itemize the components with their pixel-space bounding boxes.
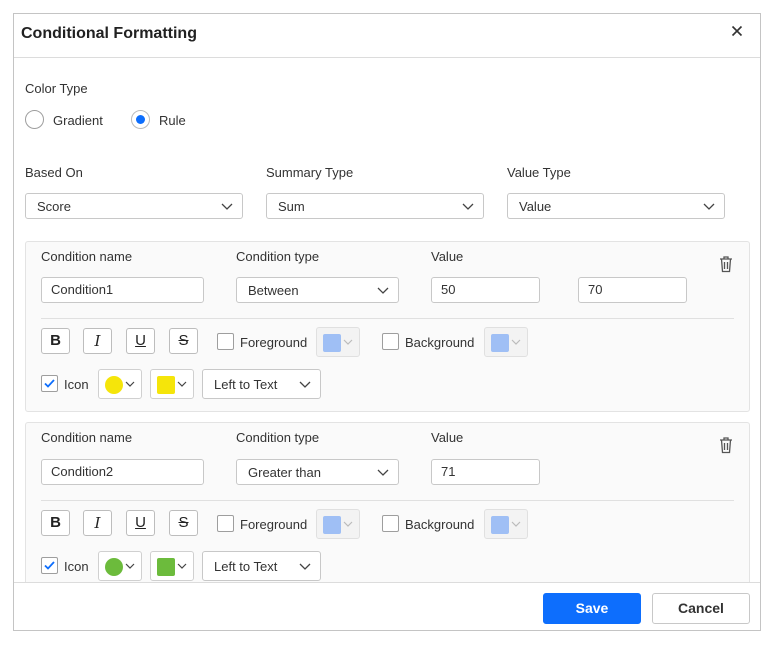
value-input[interactable]: 71 [431, 459, 540, 485]
value-type-value: Value [519, 199, 552, 214]
condition-type-value: Greater than [248, 465, 321, 480]
dialog-header: Conditional Formatting [14, 14, 760, 58]
chevron-down-icon [125, 381, 135, 387]
check-icon [44, 561, 55, 570]
icon-checkbox[interactable] [41, 557, 58, 574]
gradient-radio-label[interactable]: Gradient [53, 113, 103, 128]
icon-swatch-picker[interactable] [150, 369, 194, 399]
chevron-down-icon [511, 339, 521, 345]
chevron-down-icon [299, 563, 311, 570]
underline-button[interactable]: U [126, 328, 155, 354]
based-on-dropdown[interactable]: Score [25, 193, 243, 219]
chevron-down-icon [462, 203, 474, 210]
foreground-checkbox[interactable] [217, 515, 234, 532]
value-label: Value [431, 249, 464, 264]
chevron-down-icon [177, 381, 187, 387]
conditional-formatting-dialog: Conditional Formatting Color Type Gradie… [13, 13, 761, 631]
color-circle-swatch [105, 376, 123, 394]
condition-panel: Condition name Condition type Value Cond… [25, 422, 750, 584]
summary-type-value: Sum [278, 199, 305, 214]
bold-button[interactable]: B [41, 328, 70, 354]
icon-position-dropdown[interactable]: Left to Text [202, 369, 321, 399]
icon-checkbox[interactable] [41, 375, 58, 392]
condition-name-input[interactable]: Condition2 [41, 459, 204, 485]
color-swatch [323, 334, 341, 352]
condition-type-label: Condition type [236, 249, 320, 264]
summary-type-label: Summary Type [266, 165, 354, 180]
value-to-input[interactable]: 70 [578, 277, 687, 303]
foreground-label: Foreground [240, 517, 308, 532]
cancel-button[interactable]: Cancel [652, 593, 750, 624]
based-on-label: Based On [25, 165, 83, 180]
icon-position-value: Left to Text [214, 377, 278, 392]
foreground-label: Foreground [240, 335, 308, 350]
color-swatch [323, 516, 341, 534]
foreground-color-picker [316, 327, 360, 357]
summary-type-dropdown[interactable]: Sum [266, 193, 484, 219]
color-swatch [157, 558, 175, 576]
chevron-down-icon [299, 381, 311, 388]
dialog-footer: Save Cancel [14, 582, 760, 630]
underline-button[interactable]: U [126, 510, 155, 536]
icon-label: Icon [64, 377, 89, 392]
chevron-down-icon [177, 563, 187, 569]
based-on-value: Score [37, 199, 71, 214]
condition-type-label: Condition type [236, 430, 320, 445]
chevron-down-icon [377, 287, 389, 294]
divider [41, 318, 734, 319]
background-checkbox[interactable] [382, 333, 399, 350]
icon-swatch-picker[interactable] [150, 551, 194, 581]
check-icon [44, 379, 55, 388]
color-swatch [491, 334, 509, 352]
strikethrough-button[interactable]: S [169, 510, 198, 536]
rule-radio-label[interactable]: Rule [159, 113, 186, 128]
background-color-picker [484, 509, 528, 539]
chevron-down-icon [343, 521, 353, 527]
condition-name-input[interactable]: Condition1 [41, 277, 204, 303]
strikethrough-button[interactable]: S [169, 328, 198, 354]
trash-icon[interactable] [718, 436, 734, 454]
close-icon[interactable] [728, 24, 746, 42]
background-checkbox[interactable] [382, 515, 399, 532]
icon-position-dropdown[interactable]: Left to Text [202, 551, 321, 581]
icon-color-picker[interactable] [98, 369, 142, 399]
background-label: Background [405, 335, 475, 350]
condition-type-dropdown[interactable]: Between [236, 277, 399, 303]
condition-panel: Condition name Condition type Value Cond… [25, 241, 750, 412]
condition-type-dropdown[interactable]: Greater than [236, 459, 399, 485]
icon-position-value: Left to Text [214, 559, 278, 574]
chevron-down-icon [343, 339, 353, 345]
divider [41, 500, 734, 501]
foreground-checkbox[interactable] [217, 333, 234, 350]
condition-type-value: Between [248, 283, 299, 298]
value-from-input[interactable]: 50 [431, 277, 540, 303]
value-type-label: Value Type [507, 165, 571, 180]
color-type-label: Color Type [25, 81, 88, 96]
background-label: Background [405, 517, 475, 532]
condition-name-label: Condition name [41, 430, 133, 445]
italic-button[interactable]: I [83, 328, 112, 354]
trash-icon[interactable] [718, 255, 734, 273]
condition-name-label: Condition name [41, 249, 133, 264]
chevron-down-icon [377, 469, 389, 476]
save-button[interactable]: Save [543, 593, 641, 624]
chevron-down-icon [221, 203, 233, 210]
dialog-title: Conditional Formatting [21, 25, 197, 42]
icon-color-picker[interactable] [98, 551, 142, 581]
chevron-down-icon [125, 563, 135, 569]
chevron-down-icon [703, 203, 715, 210]
gradient-radio[interactable] [25, 110, 44, 129]
rule-radio[interactable] [131, 110, 150, 129]
chevron-down-icon [511, 521, 521, 527]
bold-button[interactable]: B [41, 510, 70, 536]
background-color-picker [484, 327, 528, 357]
foreground-color-picker [316, 509, 360, 539]
color-swatch [491, 516, 509, 534]
value-type-dropdown[interactable]: Value [507, 193, 725, 219]
italic-button[interactable]: I [83, 510, 112, 536]
color-circle-swatch [105, 558, 123, 576]
value-label: Value [431, 430, 464, 445]
icon-label: Icon [64, 559, 89, 574]
color-swatch [157, 376, 175, 394]
